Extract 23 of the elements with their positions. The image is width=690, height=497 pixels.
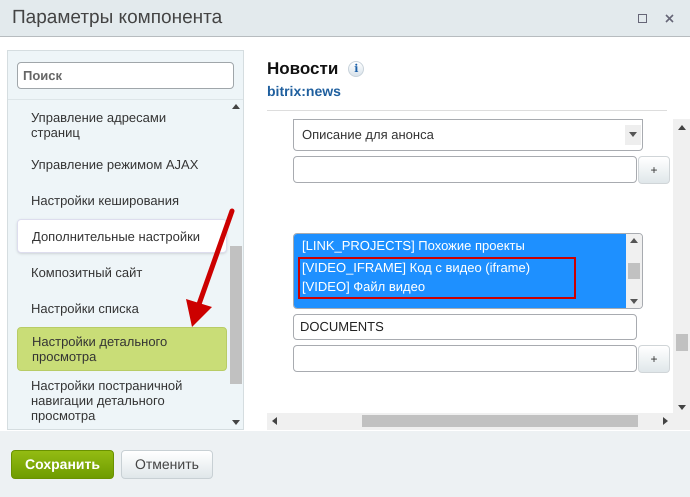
caret-icon [625,124,641,144]
maximize-icon[interactable] [638,14,647,22]
sidebar-item[interactable]: Настройки детального просмотра [17,327,227,371]
dropdown-select[interactable]: Описание для анонса [293,118,643,150]
add-button[interactable]: + [638,156,670,184]
cancel-button[interactable]: Отменить [120,450,213,478]
text-input[interactable] [293,345,637,372]
sidebar-item[interactable]: Настройки кеширования [17,183,227,218]
sidebar-item[interactable]: Настройки списка [17,291,227,326]
sidebar-item[interactable]: Дополнительные настройки [17,219,227,254]
text-input[interactable] [293,156,637,183]
info-icon[interactable]: i [348,60,364,77]
close-icon[interactable] [665,14,674,22]
text-input[interactable]: DOCUMENTS [293,314,637,340]
sidebar-item[interactable]: Управление режимом AJAX [17,147,227,182]
window-title: Параметры компонента [12,6,222,30]
sidebar-item[interactable]: Управление адресами страниц [17,104,227,146]
component-code: bitrix:news [267,82,342,100]
sidebar-item[interactable]: Настройки постраничной навигации детального просмотра [17,372,227,429]
add-button[interactable]: + [638,344,670,372]
search-field[interactable]: Поиск [17,62,234,89]
component-title: Новости [267,58,338,80]
sidebar-item[interactable]: Композитный сайт [17,255,227,290]
